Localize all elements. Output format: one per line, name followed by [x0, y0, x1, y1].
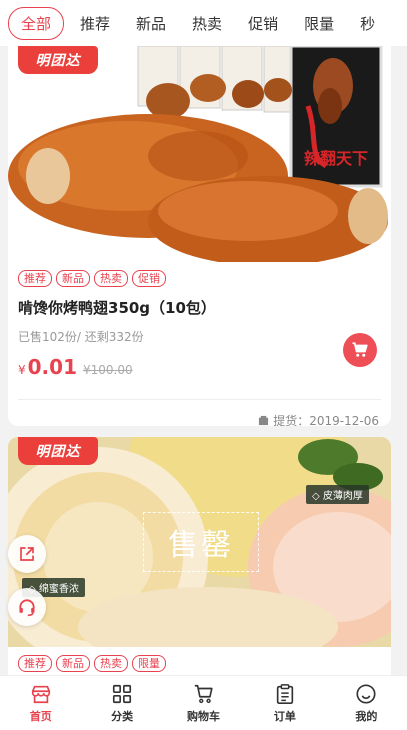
nav-home[interactable]: 首页	[0, 676, 81, 730]
share-button[interactable]	[8, 535, 46, 573]
product-card[interactable]: 辣翻天下 明团达 推荐 新品 热卖 促销 啃馋你烤鸭翅350g（10包） 已售1…	[8, 46, 391, 426]
product-image[interactable]: 辣翻天下 明团达	[8, 46, 391, 262]
store-icon	[31, 685, 50, 703]
tab-all[interactable]: 全部	[8, 6, 65, 40]
roast-wings-image: 辣翻天下	[8, 46, 391, 262]
grid-icon	[113, 684, 132, 703]
nav-label: 首页	[29, 709, 52, 723]
nav-label: 订单	[273, 709, 296, 723]
tag-list: 推荐 新品 热卖 促销	[8, 262, 391, 287]
tag: 限量	[132, 655, 166, 672]
cart-icon	[352, 342, 368, 357]
original-price: ¥100.00	[83, 363, 133, 377]
currency-symbol: ¥	[18, 363, 26, 377]
bottom-nav: 首页 分类 购物车 订单 我的	[0, 675, 407, 730]
tag: 热卖	[94, 655, 128, 672]
sale-price: 0.01	[27, 355, 77, 379]
feature-chip: ◇ 皮薄肉厚	[306, 485, 369, 504]
tab-hot[interactable]: 热卖	[192, 13, 222, 34]
customer-service-button[interactable]	[8, 588, 46, 626]
price-row: ¥ 0.01 ¥100.00	[8, 333, 391, 383]
product-image[interactable]: 明团达 售罄 ◇ 绵蜜香浓 ◇ 皮薄肉厚	[8, 437, 391, 647]
pickup-text: 提货：2019-12-06	[273, 414, 379, 426]
soldout-stamp: 售罄	[143, 512, 259, 572]
nav-orders[interactable]: 订单	[244, 676, 325, 730]
tag: 新品	[56, 270, 90, 287]
box-icon	[259, 415, 269, 426]
product-title[interactable]: 啃馋你烤鸭翅350g（10包）	[8, 287, 391, 318]
nav-label: 分类	[111, 709, 134, 723]
tag: 推荐	[18, 270, 52, 287]
smile-icon	[356, 683, 376, 704]
headset-icon	[19, 599, 35, 617]
tag-list: 推荐 新品 热卖 限量	[8, 647, 391, 672]
share-icon	[20, 547, 34, 561]
product-card[interactable]: 明团达 售罄 ◇ 绵蜜香浓 ◇ 皮薄肉厚 推荐 新品 热卖 限量	[8, 437, 391, 697]
nav-cart[interactable]: 购物车	[163, 676, 244, 730]
tag: 新品	[56, 655, 90, 672]
brand-badge: 明团达	[18, 437, 98, 465]
nav-label: 购物车	[187, 709, 221, 723]
tag: 推荐	[18, 655, 52, 672]
cart-icon	[194, 684, 213, 703]
clipboard-icon	[276, 683, 294, 704]
tab-flash[interactable]: 秒	[360, 13, 375, 34]
tab-promo[interactable]: 促销	[248, 13, 278, 34]
tab-new[interactable]: 新品	[136, 13, 166, 34]
tab-limited[interactable]: 限量	[304, 13, 334, 34]
tag: 热卖	[94, 270, 128, 287]
brand-badge: 明团达	[18, 46, 98, 74]
package-text: 辣翻天下	[304, 149, 368, 168]
add-to-cart-button[interactable]	[343, 333, 377, 367]
tab-recommend[interactable]: 推荐	[80, 13, 110, 34]
sold-count: 已售102份/ 还剩332份	[18, 330, 144, 344]
nav-label: 我的	[355, 709, 378, 723]
tag: 促销	[132, 270, 166, 287]
nav-category[interactable]: 分类	[81, 676, 162, 730]
pickup-date: 提货：2019-12-06	[8, 400, 391, 426]
category-tabs: 全部 推荐 新品 热卖 促销 限量 秒	[0, 0, 407, 46]
nav-profile[interactable]: 我的	[326, 676, 407, 730]
